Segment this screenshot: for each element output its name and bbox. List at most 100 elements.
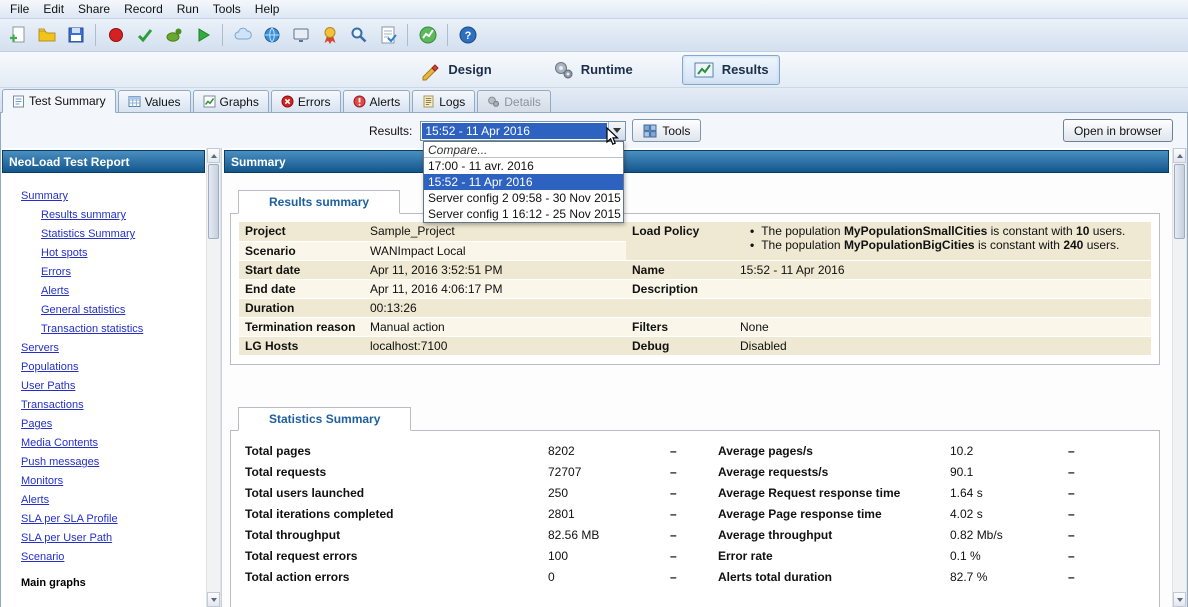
table-row: Total requests 72707 – Average requests/… xyxy=(241,462,1149,483)
report-scrollbar[interactable] xyxy=(1172,148,1187,607)
statistics-table: Total pages 8202 – Average pages/s 10.2 … xyxy=(241,441,1149,588)
sidebar-item-servers[interactable]: Servers xyxy=(21,339,206,358)
sidebar-item-alerts-2[interactable]: Alerts xyxy=(21,491,206,510)
verify-icon[interactable] xyxy=(160,22,187,49)
sidebar-item-scenario[interactable]: Scenario xyxy=(21,548,206,567)
sidebar-title: NeoLoad Test Report xyxy=(2,150,205,173)
design-icon xyxy=(419,59,441,81)
scrollbar-thumb[interactable] xyxy=(208,164,219,239)
table-row: Total iterations completed 2801 – Averag… xyxy=(241,504,1149,525)
runtime-mode-label: Runtime xyxy=(581,62,633,77)
end-date-label: End date xyxy=(239,279,364,298)
sidebar-item-monitors[interactable]: Monitors xyxy=(21,472,206,491)
checklist-icon[interactable] xyxy=(374,22,401,49)
runtime-mode-button[interactable]: Runtime xyxy=(541,55,644,85)
report-pane: Summary Results summary Project Sample_P… xyxy=(221,148,1172,607)
details-icon xyxy=(487,95,500,108)
sidebar-item-results-summary[interactable]: Results summary xyxy=(41,206,206,225)
menu-tools[interactable]: Tools xyxy=(206,1,248,17)
sidebar-item-push-messages[interactable]: Push messages xyxy=(21,453,206,472)
sidebar-item-transaction-statistics[interactable]: Transaction statistics xyxy=(41,320,206,339)
stat-value: 100 xyxy=(544,546,666,567)
menu-bar: File Edit Share Record Run Tools Help xyxy=(0,0,1188,19)
results-combobox[interactable]: 15:52 - 11 Apr 2016 xyxy=(420,121,626,141)
design-mode-label: Design xyxy=(448,62,491,77)
search-icon[interactable] xyxy=(345,22,372,49)
project-label: Project xyxy=(239,222,364,241)
save-icon[interactable] xyxy=(62,22,89,49)
sidebar-item-hot-spots[interactable]: Hot spots xyxy=(41,244,206,263)
web-icon[interactable] xyxy=(258,22,285,49)
sidebar-item-alerts[interactable]: Alerts xyxy=(41,282,206,301)
help-icon[interactable]: ? xyxy=(454,22,481,49)
stat-label: Total iterations completed xyxy=(241,504,544,525)
tools-button[interactable]: Tools xyxy=(632,119,701,142)
tab-logs[interactable]: Logs xyxy=(412,90,475,112)
results-summary-panel: Project Sample_Project Load Policy The p… xyxy=(230,213,1160,365)
sidebar-item-errors[interactable]: Errors xyxy=(41,263,206,282)
scrollbar-thumb[interactable] xyxy=(1174,164,1185,239)
results-option[interactable]: Server config 2 09:58 - 30 Nov 2015 xyxy=(424,190,623,206)
debug-value: Disabled xyxy=(734,336,1151,355)
scroll-up-button[interactable] xyxy=(207,148,220,163)
stat-value: 4.02 s xyxy=(946,504,1064,525)
license-icon[interactable] xyxy=(316,22,343,49)
menu-file[interactable]: File xyxy=(3,1,36,17)
duration-value: 00:13:26 xyxy=(364,298,626,317)
stat-diff: – xyxy=(1064,525,1149,546)
table-row: Duration 00:13:26 xyxy=(239,298,1151,317)
tab-test-summary[interactable]: Test Summary xyxy=(2,89,116,113)
stat-label: Total users launched xyxy=(241,483,544,504)
menu-help[interactable]: Help xyxy=(248,1,287,17)
tab-alerts[interactable]: Alerts xyxy=(343,90,411,112)
results-mode-button[interactable]: Results xyxy=(682,55,780,85)
svg-text:?: ? xyxy=(464,30,471,42)
sidebar-item-general-statistics[interactable]: General statistics xyxy=(41,301,206,320)
design-mode-button[interactable]: Design xyxy=(408,55,502,85)
stat-label: Alerts total duration xyxy=(714,567,946,588)
start-test-icon[interactable] xyxy=(189,22,216,49)
results-option[interactable]: 17:00 - 11 avr. 2016 xyxy=(424,158,623,174)
new-project-icon[interactable] xyxy=(4,22,31,49)
monitor-icon[interactable] xyxy=(287,22,314,49)
sidebar-item-sla-per-sla-profile[interactable]: SLA per SLA Profile xyxy=(21,510,206,529)
open-project-icon[interactable] xyxy=(33,22,60,49)
summary-section-header: Summary xyxy=(224,150,1169,173)
scroll-up-button[interactable] xyxy=(1173,148,1186,163)
check-scenario-icon[interactable] xyxy=(131,22,158,49)
sidebar-item-user-paths[interactable]: User Paths xyxy=(21,377,206,396)
stat-label: Error rate xyxy=(714,546,946,567)
sidebar-item-pages[interactable]: Pages xyxy=(21,415,206,434)
results-option-compare[interactable]: Compare... xyxy=(424,142,623,158)
sidebar-item-sla-per-user-path[interactable]: SLA per User Path xyxy=(21,529,206,548)
record-icon[interactable] xyxy=(102,22,129,49)
results-mode-label: Results xyxy=(722,62,769,77)
tab-values[interactable]: Values xyxy=(118,90,191,112)
menu-record[interactable]: Record xyxy=(117,1,170,17)
graph-icon[interactable] xyxy=(414,22,441,49)
scroll-down-button[interactable] xyxy=(1173,592,1186,607)
menu-run[interactable]: Run xyxy=(170,1,206,17)
stat-diff: – xyxy=(1064,567,1149,588)
sidebar-item-summary[interactable]: Summary xyxy=(21,187,206,206)
tab-graphs[interactable]: Graphs xyxy=(193,90,269,112)
arrow-up-icon xyxy=(1177,154,1183,158)
menu-edit[interactable]: Edit xyxy=(36,1,71,17)
lg-hosts-label: LG Hosts xyxy=(239,336,364,355)
sidebar-scrollbar[interactable] xyxy=(206,148,221,607)
sidebar-item-media-contents[interactable]: Media Contents xyxy=(21,434,206,453)
results-option-selected[interactable]: 15:52 - 11 Apr 2016 xyxy=(424,174,623,190)
sidebar-item-statistics-summary[interactable]: Statistics Summary xyxy=(41,225,206,244)
name-value: 15:52 - 11 Apr 2016 xyxy=(734,260,1151,279)
scroll-down-button[interactable] xyxy=(207,592,220,607)
stat-label: Average throughput xyxy=(714,525,946,546)
cloud-icon[interactable] xyxy=(229,22,256,49)
open-in-browser-button[interactable]: Open in browser xyxy=(1063,119,1173,142)
menu-share[interactable]: Share xyxy=(71,1,117,17)
results-option[interactable]: Server config 1 16:12 - 25 Nov 2015 xyxy=(424,206,623,222)
toolbar-separator xyxy=(447,24,448,46)
sidebar-item-transactions[interactable]: Transactions xyxy=(21,396,206,415)
sidebar-item-populations[interactable]: Populations xyxy=(21,358,206,377)
stat-diff: – xyxy=(666,483,714,504)
tab-errors[interactable]: Errors xyxy=(271,90,341,112)
